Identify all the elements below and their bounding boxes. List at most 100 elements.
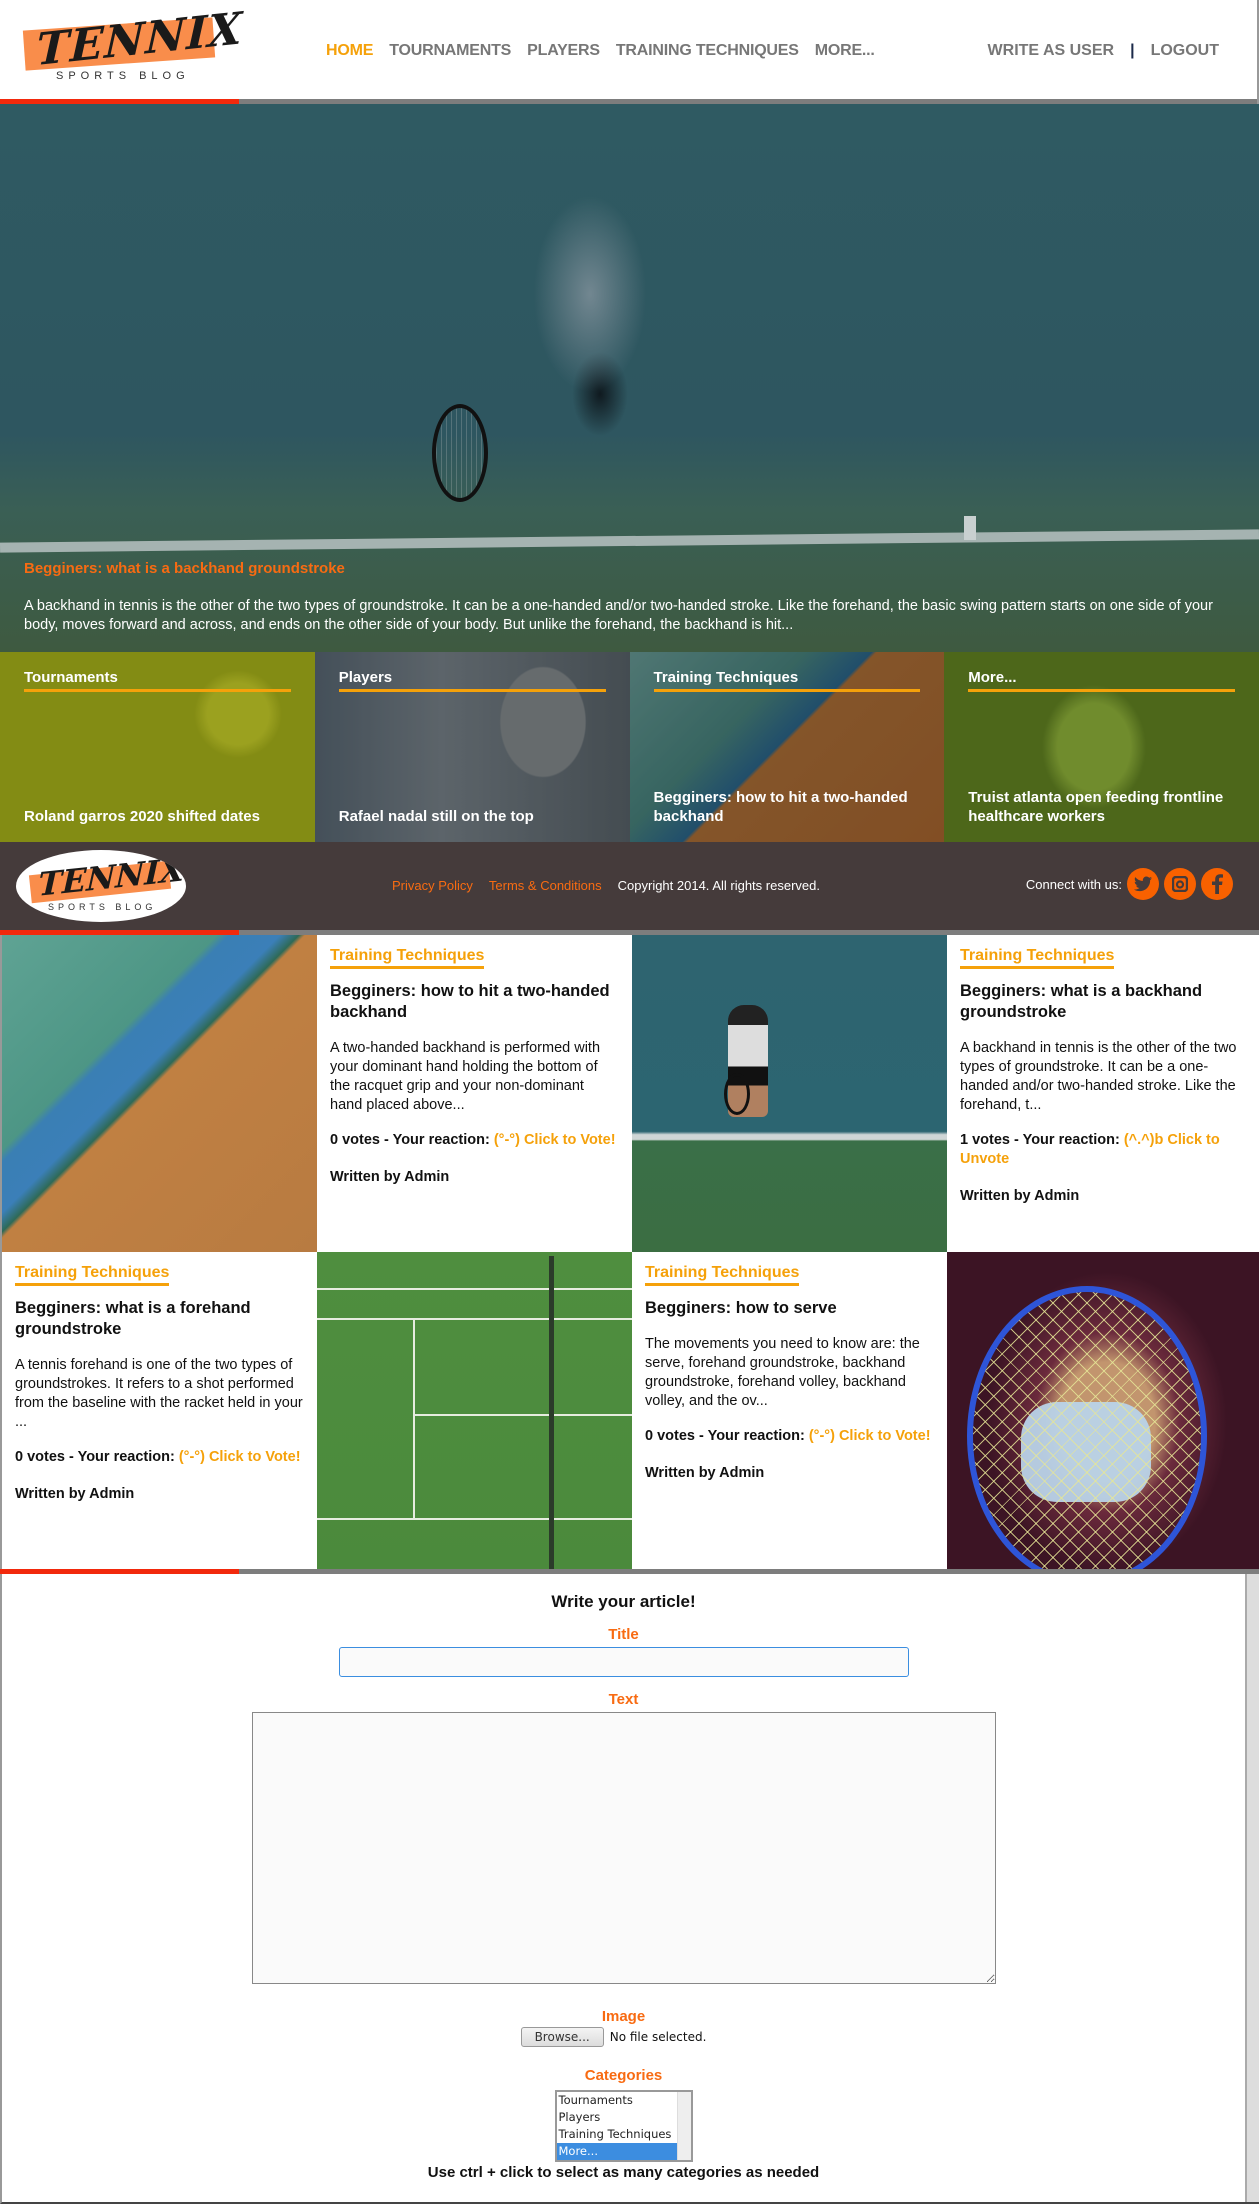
article-title[interactable]: Begginers: what is a backhand groundstro… bbox=[960, 981, 1249, 1023]
logo-tagline: SPORTS BLOG bbox=[48, 902, 157, 912]
article-author: Written by Admin bbox=[645, 1465, 765, 1481]
tile-category-link[interactable]: Tournaments bbox=[24, 669, 118, 686]
file-input: Browse... No file selected. bbox=[0, 2027, 1245, 2047]
court-line bbox=[413, 1414, 632, 1416]
vote-button[interactable]: (°-°) Click to Vote! bbox=[494, 1132, 616, 1148]
tile-more[interactable]: More... Truist atlanta open feeding fron… bbox=[944, 652, 1259, 842]
text-label: Text bbox=[608, 1691, 639, 1708]
facebook-icon[interactable] bbox=[1201, 868, 1233, 900]
court-line bbox=[317, 1318, 632, 1320]
site-footer: TENNIX SPORTS BLOG Privacy Policy Terms … bbox=[0, 842, 1259, 930]
article-card: Training Techniques Begginers: how to se… bbox=[632, 1252, 947, 1569]
hero-title[interactable]: Begginers: what is a backhand groundstro… bbox=[24, 560, 1235, 577]
vote-button[interactable]: (°-°) Click to Vote! bbox=[179, 1449, 301, 1465]
category-tiles: Tournaments Roland garros 2020 shifted d… bbox=[0, 652, 1259, 842]
tile-headline[interactable]: Begginers: how to hit a two-handed backh… bbox=[654, 788, 925, 826]
hero-banner[interactable]: Begginers: what is a backhand groundstro… bbox=[0, 104, 1259, 652]
vote-count-text: 1 votes - Your reaction: bbox=[960, 1132, 1124, 1148]
form-scrollbar[interactable] bbox=[1245, 1574, 1259, 2202]
badminton-racket-shape bbox=[967, 1286, 1207, 1569]
tile-training-techniques[interactable]: Training Techniques Begginers: how to hi… bbox=[629, 652, 945, 842]
article-author: Written by Admin bbox=[960, 1188, 1080, 1204]
article-author: Written by Admin bbox=[15, 1486, 135, 1502]
twitter-icon[interactable] bbox=[1127, 868, 1159, 900]
nav-home[interactable]: HOME bbox=[326, 42, 373, 60]
article-author: Written by Admin bbox=[330, 1169, 450, 1185]
article-votes: 0 votes - Your reaction: (°-°) Click to … bbox=[15, 1448, 304, 1467]
logo-wordmark: TENNIX bbox=[35, 2, 244, 77]
categories-label: Categories bbox=[584, 2067, 663, 2084]
tile-headline[interactable]: Roland garros 2020 shifted dates bbox=[24, 807, 295, 826]
article-image-masked-person[interactable] bbox=[947, 1252, 1259, 1569]
privacy-policy-link[interactable]: Privacy Policy bbox=[392, 878, 473, 893]
tile-underline bbox=[24, 689, 291, 692]
article-category-link[interactable]: Training Techniques bbox=[645, 1264, 800, 1286]
article-title[interactable]: Begginers: how to hit a two-handed backh… bbox=[330, 981, 619, 1023]
article-excerpt: The movements you need to know are: the … bbox=[645, 1336, 920, 1409]
site-logo[interactable]: TENNIX SPORTS BLOG bbox=[22, 3, 244, 86]
footer-logo[interactable]: TENNIX SPORTS BLOG bbox=[16, 850, 186, 922]
categories-options: Tournaments Players Training Techniques Mor… bbox=[556, 2092, 677, 2160]
main-nav: HOME TOURNAMENTS PLAYERS TRAINING TECHNI… bbox=[326, 42, 891, 60]
title-input[interactable] bbox=[338, 1647, 909, 1677]
site-header: TENNIX SPORTS BLOG HOME TOURNAMENTS PLAY… bbox=[0, 0, 1259, 104]
tile-category-link[interactable]: Players bbox=[339, 669, 392, 686]
category-option[interactable]: More... bbox=[556, 2143, 677, 2160]
category-option[interactable]: Players bbox=[557, 2109, 677, 2126]
copyright-text: Copyright 2014. All rights reserved. bbox=[617, 878, 820, 893]
tile-underline bbox=[653, 689, 921, 692]
text-input[interactable] bbox=[251, 1712, 996, 1984]
article-excerpt: A backhand in tennis is the other of the… bbox=[960, 1040, 1237, 1113]
article-image-aerial-green-court[interactable] bbox=[317, 1252, 632, 1569]
tile-headline[interactable]: Truist atlanta open feeding frontline he… bbox=[968, 788, 1239, 826]
article-category-link[interactable]: Training Techniques bbox=[15, 1264, 170, 1286]
tile-players[interactable]: Players Rafael nadal still on the top bbox=[314, 652, 630, 842]
nav-more[interactable]: MORE... bbox=[815, 42, 875, 60]
logout-link[interactable]: LOGOUT bbox=[1151, 42, 1219, 60]
article-card: Training Techniques Begginers: what is a… bbox=[947, 935, 1259, 1252]
article-title[interactable]: Begginers: how to serve bbox=[645, 1298, 934, 1319]
vote-button[interactable]: (°-°) Click to Vote! bbox=[809, 1428, 931, 1444]
hero-excerpt: A backhand in tennis is the other of the… bbox=[24, 598, 1213, 633]
article-votes: 0 votes - Your reaction: (°-°) Click to … bbox=[645, 1427, 934, 1446]
article-image-player-serving[interactable] bbox=[632, 935, 947, 1252]
select-scrollbar[interactable] bbox=[676, 2092, 691, 2160]
hero-court-line bbox=[0, 529, 1259, 553]
categories-select-wrap: Tournaments Players Training Techniques Mor… bbox=[2, 2090, 1245, 2162]
category-option[interactable]: Training Techniques bbox=[557, 2126, 677, 2143]
browse-button[interactable]: Browse... bbox=[520, 2027, 604, 2047]
court-line bbox=[317, 1518, 632, 1520]
category-option[interactable]: Tournaments bbox=[557, 2092, 677, 2109]
hero-caption: Begginers: what is a backhand groundstro… bbox=[24, 560, 1235, 635]
connect-label: Connect with us: bbox=[1025, 876, 1122, 892]
court-line bbox=[413, 1318, 415, 1518]
write-as-user-link[interactable]: WRITE AS USER bbox=[988, 42, 1115, 60]
nav-training-techniques[interactable]: TRAINING TECHNIQUES bbox=[616, 42, 799, 60]
footer-links: Privacy Policy Terms & Conditions Copyri… bbox=[392, 878, 820, 893]
instagram-icon[interactable] bbox=[1164, 868, 1196, 900]
hero-net-post bbox=[964, 516, 976, 540]
user-links-separator: | bbox=[1130, 42, 1135, 59]
court-line bbox=[317, 1288, 632, 1290]
terms-link[interactable]: Terms & Conditions bbox=[489, 878, 602, 893]
article-category-link[interactable]: Training Techniques bbox=[960, 947, 1115, 969]
title-label: Title bbox=[608, 1626, 639, 1643]
article-image-aerial-courts[interactable] bbox=[2, 935, 317, 1252]
article-card: Training Techniques Begginers: how to hi… bbox=[317, 935, 632, 1252]
tile-category-link[interactable]: More... bbox=[968, 669, 1016, 686]
tile-underline bbox=[968, 689, 1235, 692]
categories-multiselect[interactable]: Tournaments Players Training Techniques Mor… bbox=[554, 2090, 693, 2162]
net-shape bbox=[549, 1256, 554, 1569]
tile-category-link[interactable]: Training Techniques bbox=[654, 669, 799, 686]
article-title[interactable]: Begginers: what is a forehand groundstro… bbox=[15, 1298, 304, 1340]
article-category-link[interactable]: Training Techniques bbox=[330, 947, 485, 969]
nav-tournaments[interactable]: TOURNAMENTS bbox=[389, 42, 511, 60]
tile-headline[interactable]: Rafael nadal still on the top bbox=[339, 807, 610, 826]
file-status: No file selected. bbox=[609, 2030, 707, 2044]
nav-players[interactable]: PLAYERS bbox=[527, 42, 600, 60]
vote-count-text: 0 votes - Your reaction: bbox=[330, 1132, 494, 1148]
racquet-shape bbox=[724, 1073, 750, 1115]
logo-wordmark: TENNIX bbox=[37, 850, 185, 904]
tile-tournaments[interactable]: Tournaments Roland garros 2020 shifted d… bbox=[0, 652, 315, 842]
form-heading: Write your article! bbox=[551, 1592, 696, 1611]
